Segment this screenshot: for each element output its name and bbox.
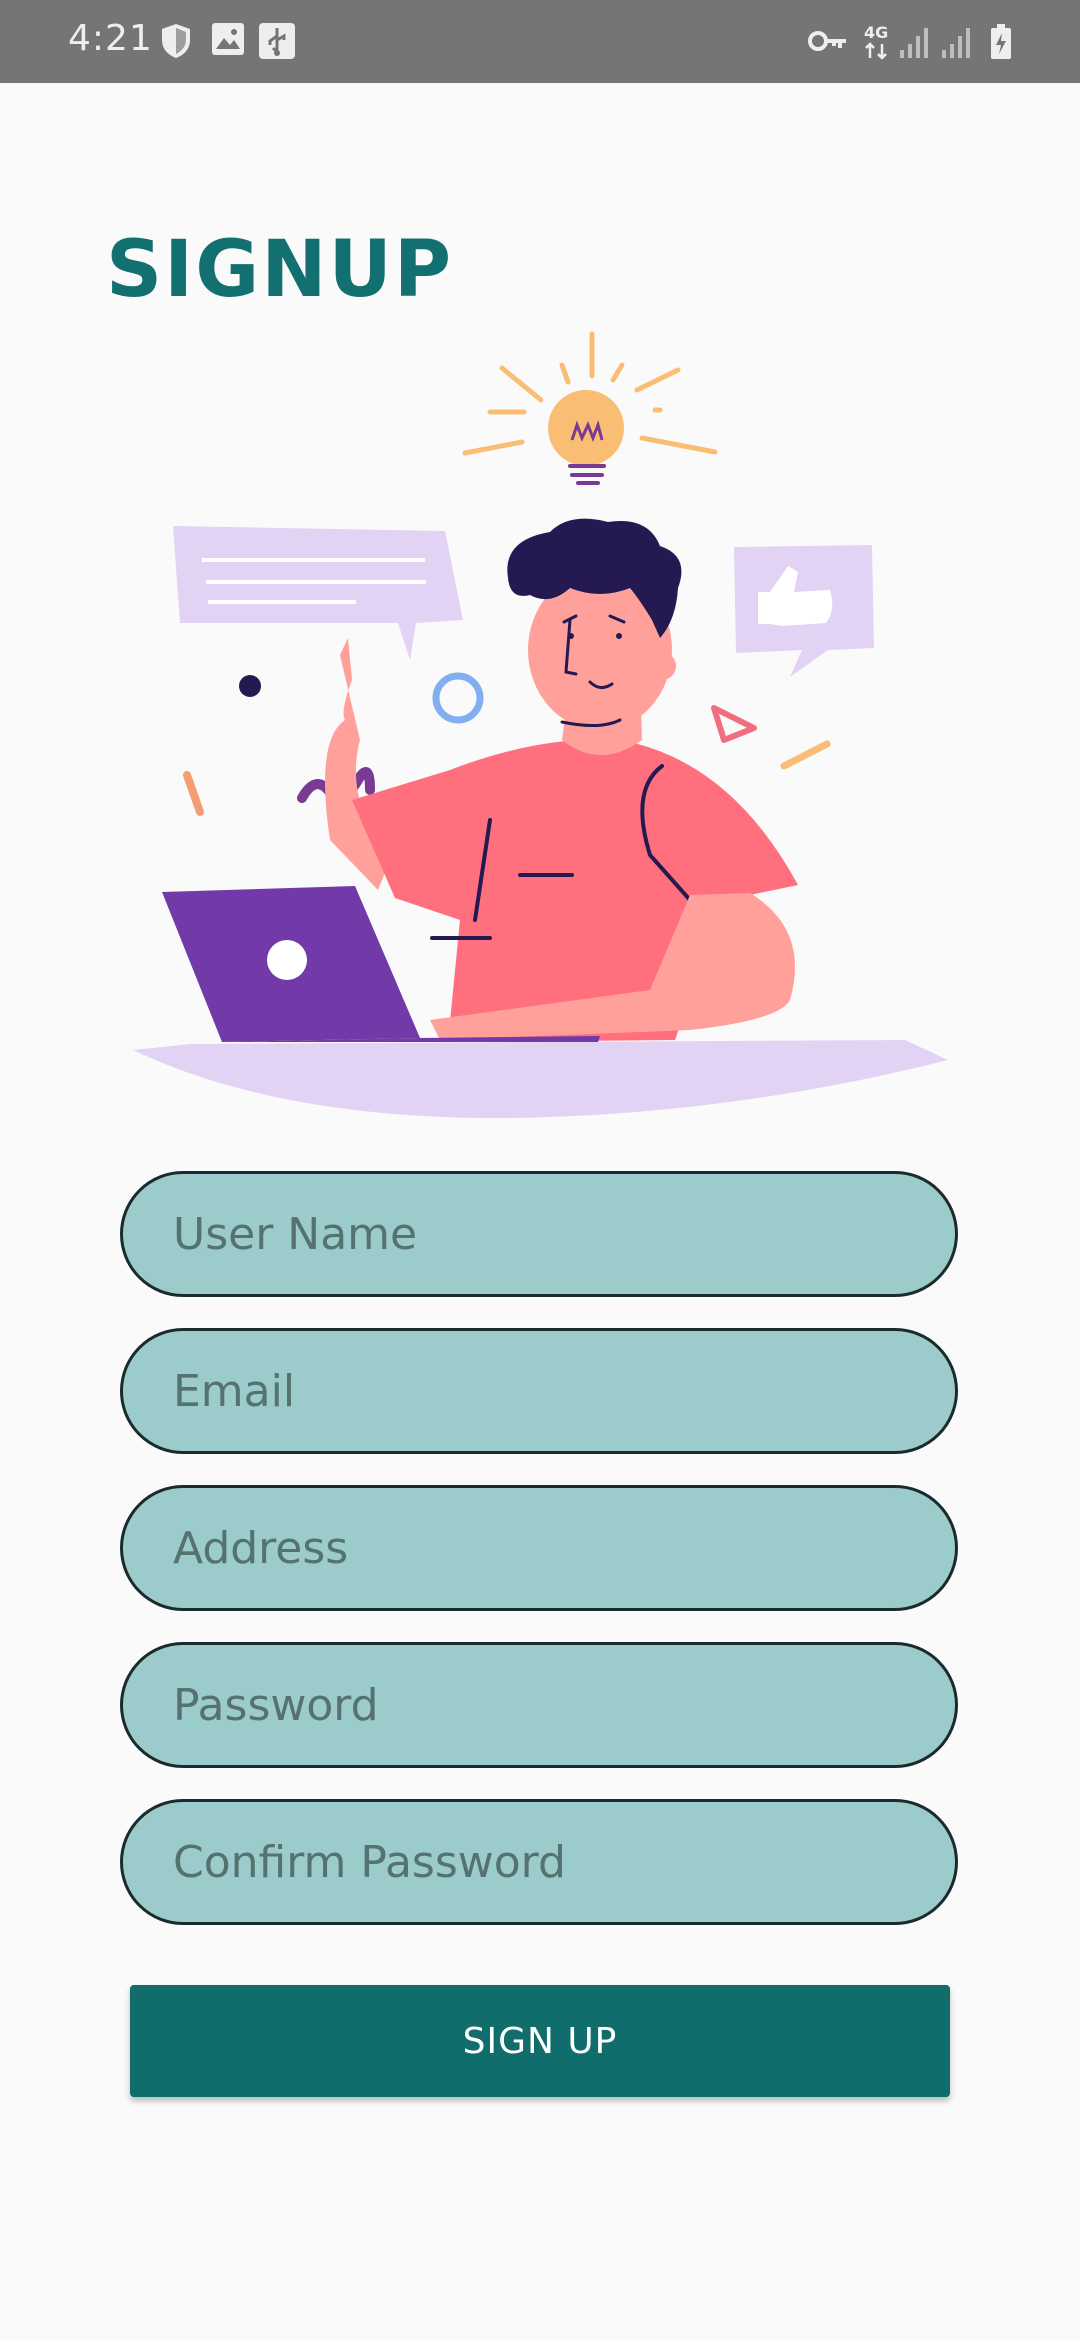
confirm-password-input[interactable]: [173, 1802, 933, 1922]
thumbs-up-bubble-icon: [734, 545, 874, 677]
image-icon: [211, 22, 245, 60]
address-field[interactable]: [120, 1485, 958, 1611]
password-field[interactable]: [120, 1642, 958, 1768]
speech-bubble-icon: [173, 526, 463, 660]
page-title: SIGNUP: [106, 225, 454, 315]
username-field[interactable]: [120, 1171, 958, 1297]
confirm-password-field[interactable]: [120, 1799, 958, 1925]
battery-icon: [990, 24, 1012, 64]
username-input[interactable]: [173, 1174, 933, 1294]
address-input[interactable]: [173, 1488, 933, 1608]
key-icon: [808, 28, 848, 58]
lightbulb-icon: [462, 331, 718, 485]
dot-decoration: [239, 675, 261, 697]
shield-icon: [160, 22, 192, 64]
usb-icon: [258, 22, 296, 64]
dash-decoration: [183, 771, 204, 816]
signup-illustration: [130, 320, 960, 1120]
network-label: 4G: [864, 23, 888, 42]
network-4g-icon: 4G: [862, 22, 894, 66]
password-input[interactable]: [173, 1645, 933, 1765]
email-field[interactable]: [120, 1328, 958, 1454]
triangle-decoration: [711, 705, 757, 743]
ring-decoration: [432, 672, 484, 724]
desk-shape: [133, 1040, 948, 1119]
email-input[interactable]: [173, 1331, 933, 1451]
signup-button-label: SIGN UP: [462, 2020, 618, 2062]
status-time: 4:21: [68, 18, 153, 59]
status-bar: 4:21 4G: [0, 0, 1080, 83]
dash-decoration-2: [780, 740, 831, 770]
signal-icon-2: [940, 26, 974, 64]
signup-button[interactable]: SIGN UP: [130, 1985, 950, 2097]
signal-icon: [898, 26, 932, 64]
